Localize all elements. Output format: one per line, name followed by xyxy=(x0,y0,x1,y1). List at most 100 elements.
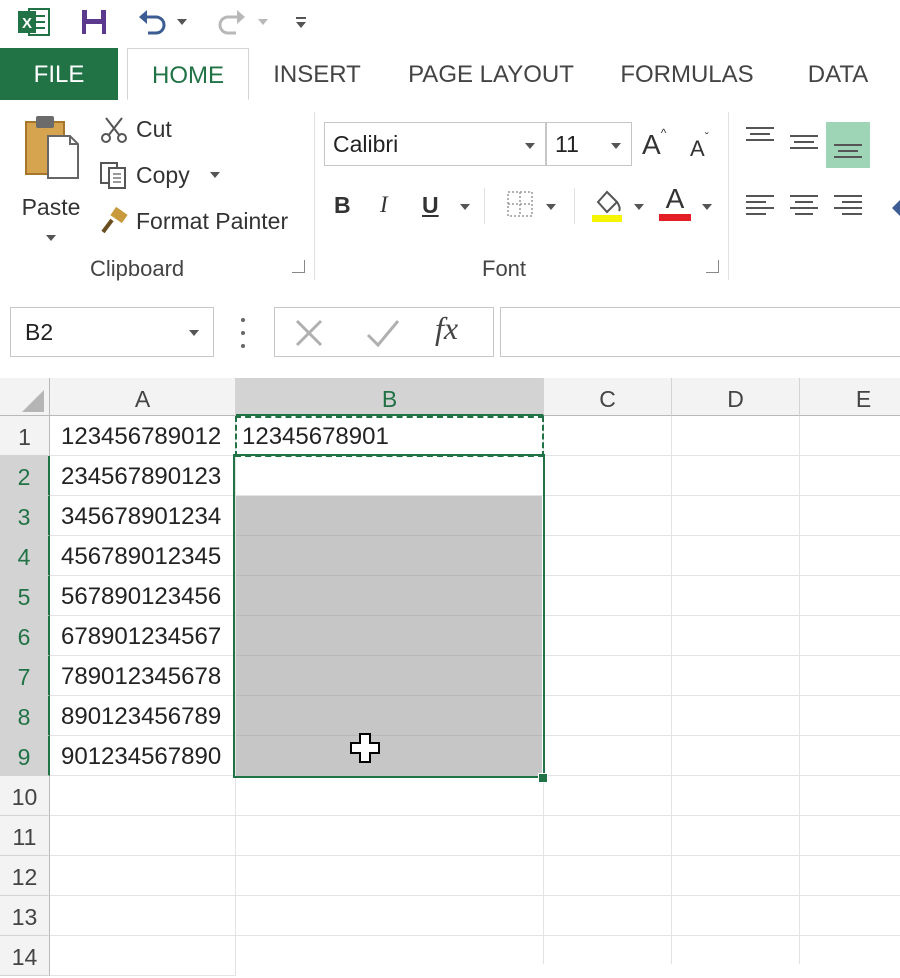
increase-font-size-button[interactable]: A ^ xyxy=(642,126,666,162)
font-name-select[interactable]: Calibri xyxy=(324,122,546,166)
row-header-1[interactable]: 1 xyxy=(0,416,50,456)
paint-bucket-icon xyxy=(592,190,622,222)
column-header-e[interactable]: E xyxy=(800,378,900,416)
font-color-dropdown-icon[interactable] xyxy=(702,204,712,210)
column-header-b[interactable]: B xyxy=(236,378,544,416)
cell-a9[interactable]: 901234567890 xyxy=(50,736,236,776)
bottom-align-button[interactable] xyxy=(826,122,870,168)
font-color-letter: A xyxy=(665,183,685,214)
align-center-icon xyxy=(790,195,818,215)
cell-a11[interactable] xyxy=(50,816,236,856)
row-header-13[interactable]: 13 xyxy=(0,896,50,936)
redo-dropdown-icon[interactable] xyxy=(256,4,270,40)
format-painter-button[interactable]: Format Painter xyxy=(98,204,288,238)
undo-icon[interactable] xyxy=(134,4,170,40)
cell-a1[interactable]: 123456789012 xyxy=(50,416,236,456)
cell-a7[interactable]: 789012345678 xyxy=(50,656,236,696)
group-divider xyxy=(728,112,729,280)
cell-a5[interactable]: 567890123456 xyxy=(50,576,236,616)
font-name-dropdown-icon[interactable] xyxy=(525,143,535,149)
copy-marquee xyxy=(235,416,544,457)
copy-dropdown-icon[interactable] xyxy=(209,172,220,178)
borders-icon xyxy=(507,191,533,217)
row-header-9[interactable]: 9 xyxy=(0,736,50,776)
excel-icon[interactable]: X xyxy=(14,4,54,40)
top-align-button[interactable] xyxy=(744,124,776,152)
italic-button[interactable]: I xyxy=(380,188,388,222)
cell-a14[interactable] xyxy=(50,936,236,976)
fill-color-dropdown-icon[interactable] xyxy=(634,204,644,210)
fill-color-button[interactable] xyxy=(590,184,624,224)
cell-a12[interactable] xyxy=(50,856,236,896)
row-header-5[interactable]: 5 xyxy=(0,576,50,616)
cell-a4[interactable]: 456789012345 xyxy=(50,536,236,576)
decrease-font-size-button[interactable]: A ˇ xyxy=(690,130,709,166)
row-header-14[interactable]: 14 xyxy=(0,936,50,976)
paste-dropdown-icon[interactable] xyxy=(46,235,56,241)
font-name-value: Calibri xyxy=(333,131,399,157)
row-header-2[interactable]: 2 xyxy=(0,456,50,496)
clipboard-launcher-icon[interactable] xyxy=(292,260,305,273)
row-header-8[interactable]: 8 xyxy=(0,696,50,736)
name-box[interactable]: B2 xyxy=(10,307,214,357)
undo-dropdown-icon[interactable] xyxy=(174,4,190,40)
group-divider xyxy=(314,112,315,280)
title-bar: X xyxy=(0,0,900,46)
tab-insert[interactable]: INSERT xyxy=(262,48,372,100)
tab-home[interactable]: HOME xyxy=(127,48,249,100)
align-left-button[interactable] xyxy=(744,192,776,220)
tab-file[interactable]: FILE xyxy=(0,48,118,100)
select-all-button[interactable] xyxy=(0,378,50,416)
font-size-select[interactable]: 11 xyxy=(546,122,632,166)
redo-icon[interactable] xyxy=(214,4,250,40)
formula-bar-resize-icon[interactable] xyxy=(238,318,248,348)
paste-label: Paste xyxy=(21,194,81,220)
cell-a6[interactable]: 678901234567 xyxy=(50,616,236,656)
insert-function-button[interactable]: fx xyxy=(435,310,458,347)
cell-a2[interactable]: 234567890123 xyxy=(50,456,236,496)
cell-a8[interactable]: 890123456789 xyxy=(50,696,236,736)
cancel-entry-icon[interactable] xyxy=(293,317,325,354)
font-size-dropdown-icon[interactable] xyxy=(611,143,621,149)
row-header-12[interactable]: 12 xyxy=(0,856,50,896)
fill-handle[interactable] xyxy=(538,773,548,783)
align-right-button[interactable] xyxy=(832,192,864,220)
cell-a3[interactable]: 345678901234 xyxy=(50,496,236,536)
indent-icon[interactable] xyxy=(890,196,900,220)
cell-a10[interactable] xyxy=(50,776,236,816)
underline-dropdown-icon[interactable] xyxy=(460,204,470,210)
font-divider xyxy=(574,188,575,224)
tab-data[interactable]: DATA xyxy=(790,48,886,100)
row-header-7[interactable]: 7 xyxy=(0,656,50,696)
name-box-dropdown-icon[interactable] xyxy=(189,330,199,336)
row-header-3[interactable]: 3 xyxy=(0,496,50,536)
align-center-button[interactable] xyxy=(788,192,820,220)
row-header-6[interactable]: 6 xyxy=(0,616,50,656)
customize-qat-icon[interactable] xyxy=(290,4,312,40)
column-header-a[interactable]: A xyxy=(50,378,236,416)
copy-button[interactable]: Copy xyxy=(98,158,220,192)
font-color-button[interactable]: A xyxy=(658,184,692,221)
tab-formulas[interactable]: FORMULAS xyxy=(610,48,764,100)
row-header-10[interactable]: 10 xyxy=(0,776,50,816)
save-icon[interactable] xyxy=(76,4,112,40)
bold-label: B xyxy=(334,191,351,218)
formula-input[interactable] xyxy=(500,307,900,357)
underline-button[interactable]: U xyxy=(422,188,439,222)
font-group-label: Font xyxy=(482,256,527,281)
row-header-4[interactable]: 4 xyxy=(0,536,50,576)
middle-align-button[interactable] xyxy=(788,128,820,156)
cut-button[interactable]: Cut xyxy=(98,112,172,146)
borders-dropdown-icon[interactable] xyxy=(546,204,556,210)
tab-page-layout[interactable]: PAGE LAYOUT xyxy=(398,48,584,100)
column-header-d[interactable]: D xyxy=(672,378,800,416)
enter-checkmark-icon[interactable] xyxy=(365,317,401,354)
paste-button[interactable]: Paste xyxy=(14,112,88,242)
column-header-c[interactable]: C xyxy=(544,378,672,416)
font-launcher-icon[interactable] xyxy=(706,260,719,273)
borders-button[interactable] xyxy=(506,190,534,218)
row-header-11[interactable]: 11 xyxy=(0,816,50,856)
grow-font-letter: A xyxy=(642,129,661,160)
bold-button[interactable]: B xyxy=(334,188,351,222)
cell-a13[interactable] xyxy=(50,896,236,936)
